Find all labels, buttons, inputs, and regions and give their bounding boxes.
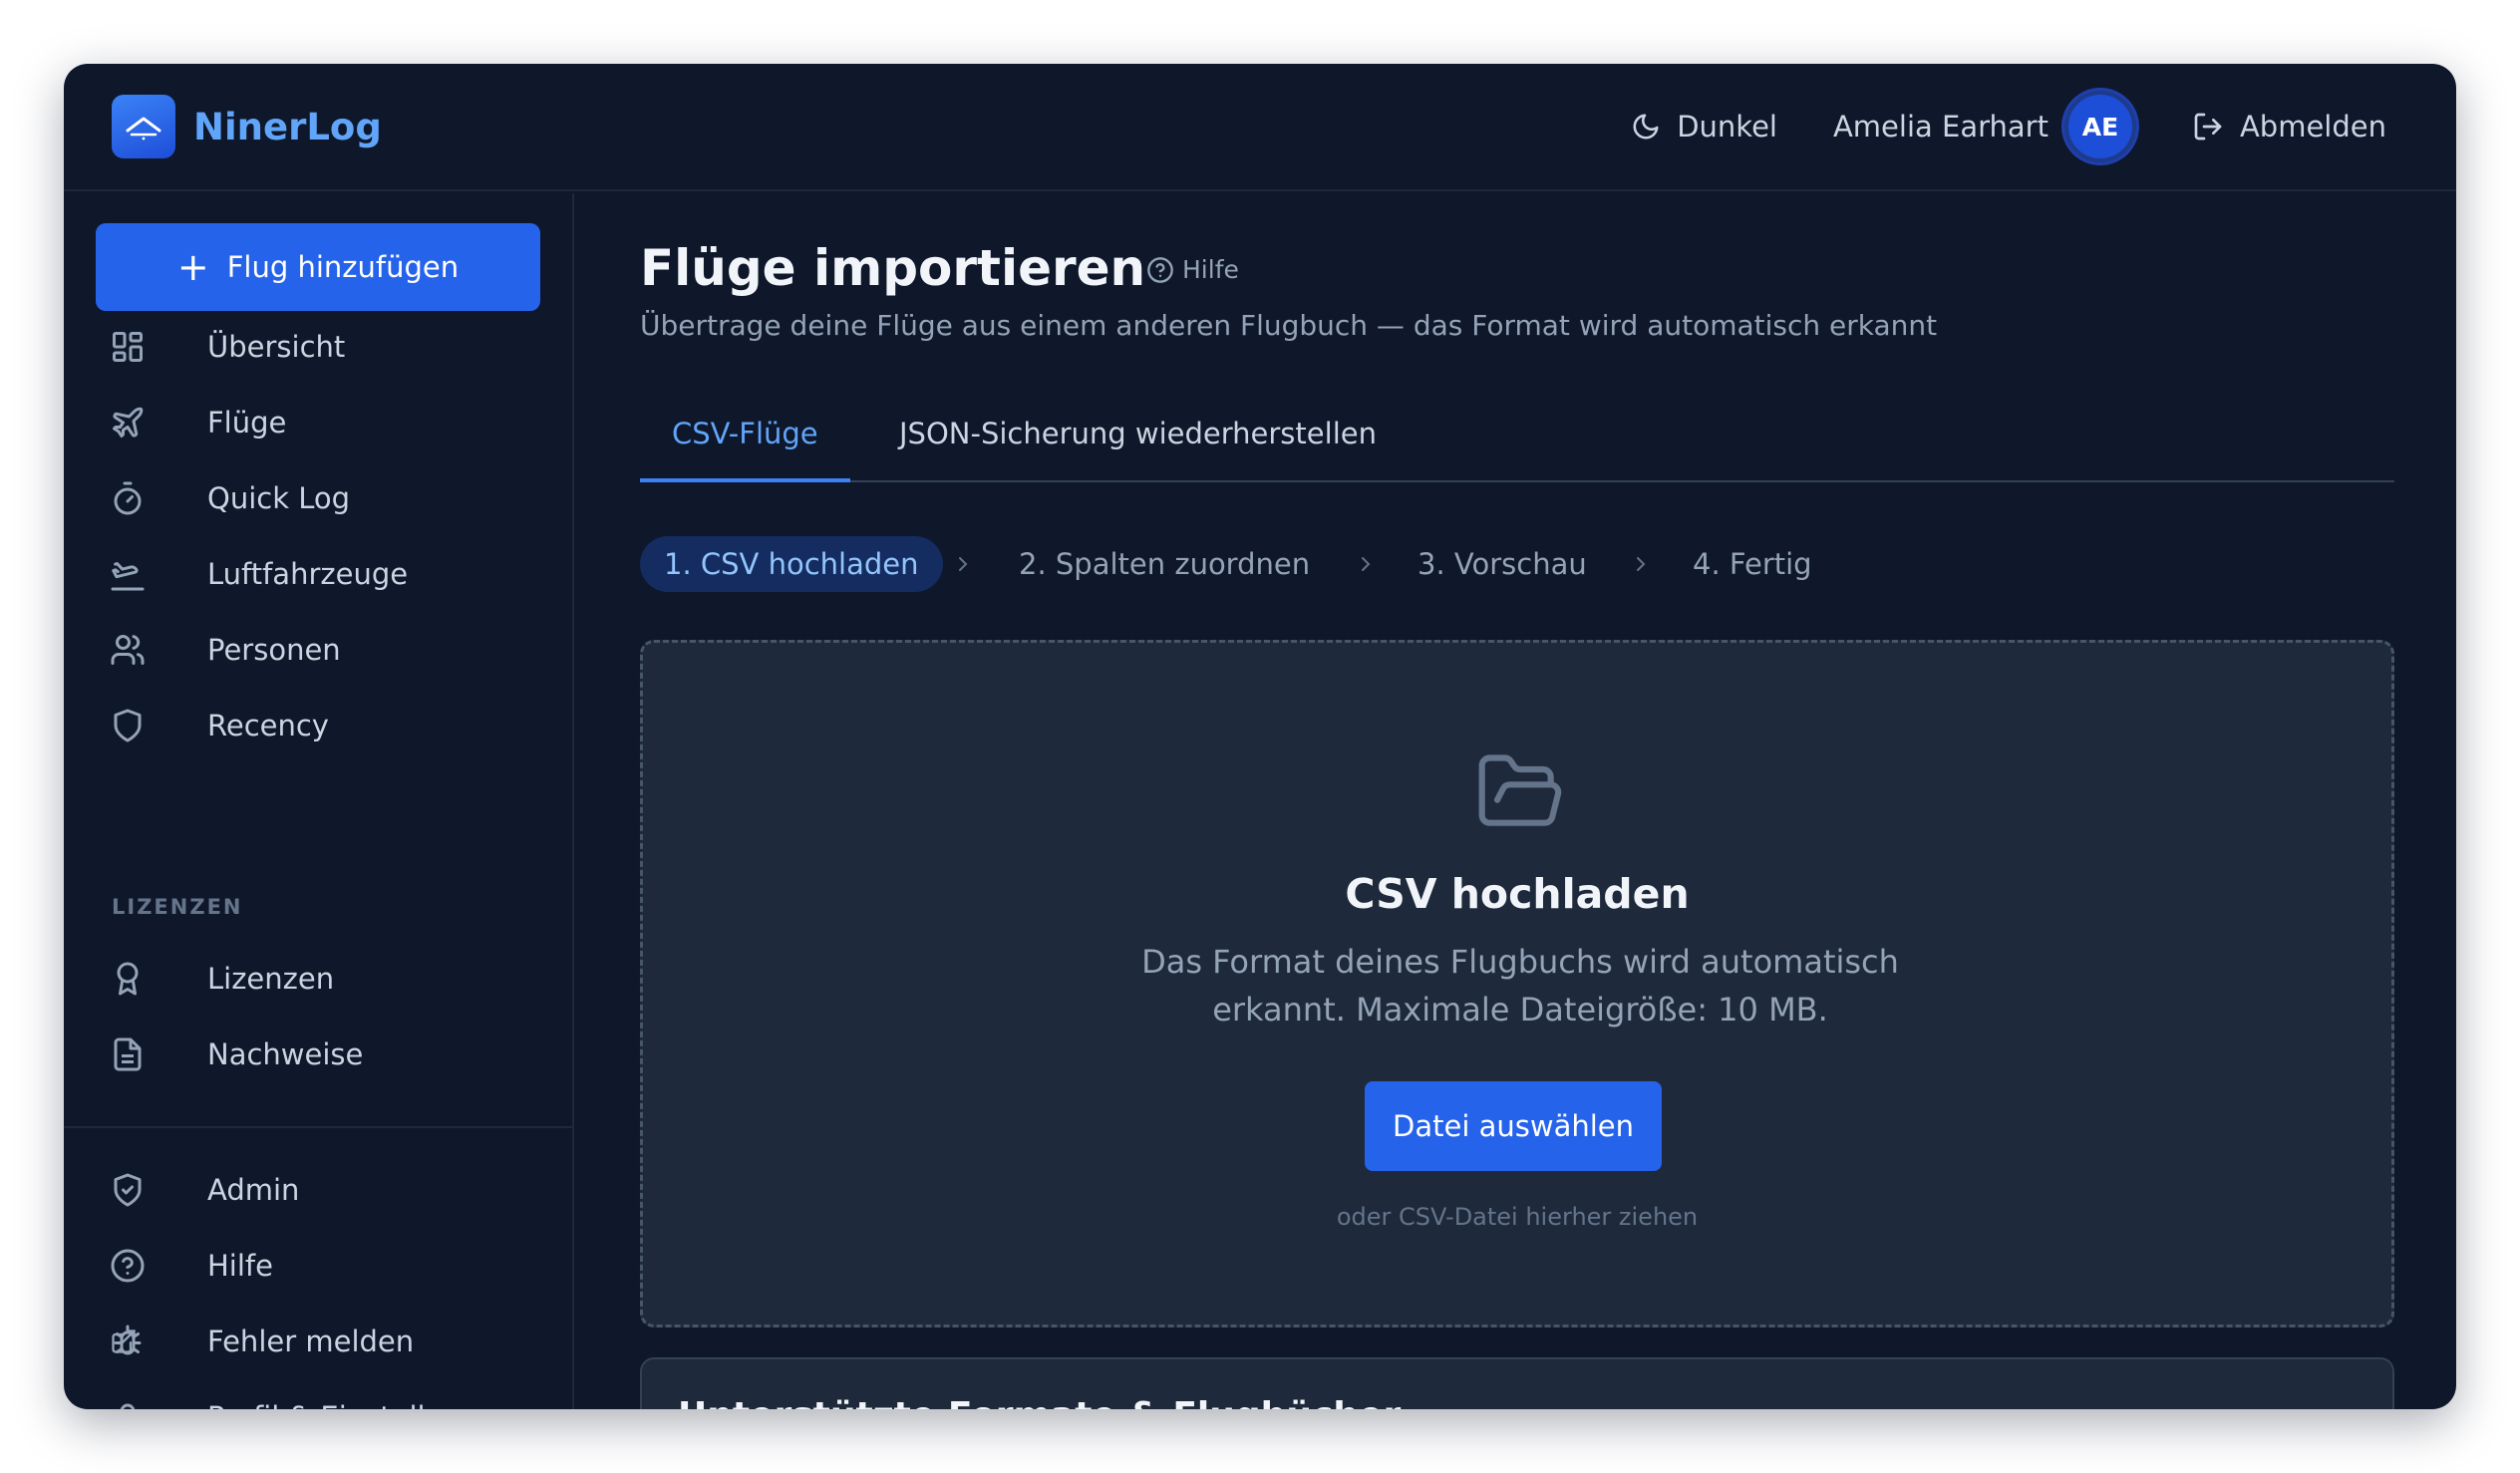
sidebar-item-lizenzen[interactable]: Lizenzen bbox=[96, 947, 540, 1011]
help-label: Hilfe bbox=[1182, 255, 1239, 284]
section-title-lizenzen: LIZENZEN bbox=[112, 895, 243, 919]
chevron-right-icon bbox=[959, 557, 968, 571]
dropzone-title: CSV hochladen bbox=[1345, 870, 1690, 918]
sidebar-item-label: Profil & Einstellungen bbox=[207, 1400, 516, 1409]
tab-label: JSON-Sicherung wiederherstellen bbox=[899, 417, 1377, 450]
sidebar-item-label: Übersicht bbox=[207, 330, 346, 364]
step-fertig: 4. Fertig bbox=[1693, 536, 1812, 592]
sidebar-item-hilfe[interactable]: Hilfe bbox=[96, 1234, 540, 1298]
sidebar-item-personen[interactable]: Personen bbox=[96, 618, 540, 682]
logout-icon bbox=[2194, 113, 2222, 141]
app-name: NinerLog bbox=[193, 105, 382, 148]
folder-open-icon bbox=[1478, 754, 1562, 826]
step-label: 3. Vorschau bbox=[1418, 547, 1587, 581]
sidebar-item-profil[interactable]: Profil & Einstellungen bbox=[96, 1385, 540, 1409]
supported-formats-card: Unterstützte Formate & Flugbücher bbox=[640, 1357, 2394, 1409]
help-circle-icon bbox=[111, 1249, 145, 1283]
chevron-right-icon bbox=[1362, 557, 1371, 571]
tab-json-sicherung[interactable]: JSON-Sicherung wiederherstellen bbox=[899, 409, 1377, 482]
csv-dropzone[interactable]: CSV hochladen Das Format deines Flugbuch… bbox=[640, 640, 2394, 1327]
sidebar-item-label: Luftfahrzeuge bbox=[207, 557, 409, 591]
sidebar-item-uebersicht[interactable]: Übersicht bbox=[96, 315, 540, 379]
sidebar-item-fluege[interactable]: Flüge bbox=[96, 391, 540, 454]
sidebar-item-label: Personen bbox=[207, 633, 341, 667]
add-flight-button[interactable]: + Flug hinzufügen bbox=[96, 223, 540, 311]
brand[interactable]: NinerLog bbox=[112, 95, 382, 158]
theme-label: Dunkel bbox=[1677, 110, 1777, 144]
plus-icon: + bbox=[176, 245, 209, 289]
choose-file-label: Datei auswählen bbox=[1393, 1109, 1634, 1143]
import-tabs: CSV-Flüge JSON-Sicherung wiederherstelle… bbox=[640, 409, 2394, 482]
card-title: Unterstützte Formate & Flugbücher bbox=[678, 1395, 1401, 1409]
dropzone-hint: oder CSV-Datei hierher ziehen bbox=[1336, 1203, 1699, 1231]
sidebar-item-fehler-melden[interactable]: Fehler melden bbox=[96, 1310, 540, 1373]
dropzone-description: Das Format deines Flugbuchs wird automat… bbox=[1141, 943, 1899, 1029]
document-icon bbox=[114, 1037, 142, 1071]
moon-icon bbox=[1633, 114, 1659, 140]
sidebar-item-label: Fehler melden bbox=[207, 1325, 415, 1358]
top-bar: NinerLog Dunkel Amelia Earhart AE Abmeld… bbox=[64, 64, 2456, 191]
sidebar-item-label: Lizenzen bbox=[207, 962, 335, 996]
avatar[interactable]: AE bbox=[2063, 91, 2136, 162]
award-icon bbox=[117, 962, 139, 996]
logout-label: Abmelden bbox=[2239, 110, 2386, 144]
step-vorschau: 3. Vorschau bbox=[1418, 536, 1587, 592]
main-content: Flüge importieren Hilfe Übertrage deine … bbox=[640, 193, 2394, 1409]
external-link-icon bbox=[112, 1329, 136, 1353]
dashboard-icon bbox=[113, 332, 143, 362]
shield-check-icon bbox=[114, 1173, 142, 1207]
plane-icon bbox=[113, 407, 144, 438]
sidebar-item-label: Quick Log bbox=[207, 481, 351, 515]
step-label: 2. Spalten zuordnen bbox=[1019, 547, 1311, 581]
app-logo-icon bbox=[112, 95, 175, 158]
step-csv-hochladen: 1. CSV hochladen bbox=[640, 536, 943, 592]
help-link[interactable]: Hilfe bbox=[1146, 255, 1239, 284]
sidebar-item-label: Flüge bbox=[207, 406, 287, 440]
logout-button[interactable]: Abmelden bbox=[2192, 110, 2386, 144]
sidebar-item-label: Hilfe bbox=[207, 1249, 273, 1283]
step-label: 4. Fertig bbox=[1693, 547, 1812, 581]
sidebar-item-label: Recency bbox=[207, 709, 329, 742]
sidebar-item-label: Nachweise bbox=[207, 1037, 364, 1071]
page-subtitle: Übertrage deine Flüge aus einem anderen … bbox=[640, 309, 1938, 342]
sidebar-item-label: Admin bbox=[207, 1173, 300, 1207]
chevron-right-icon bbox=[1637, 557, 1646, 571]
sidebar: + Flug hinzufügen Übersicht Flüge Quick … bbox=[64, 193, 574, 1409]
sidebar-item-admin[interactable]: Admin bbox=[96, 1158, 540, 1222]
topbar-actions: Dunkel Amelia Earhart AE Abmelden bbox=[1631, 91, 2386, 162]
app-window: NinerLog Dunkel Amelia Earhart AE Abmeld… bbox=[64, 64, 2456, 1409]
plane-landing-icon bbox=[111, 562, 145, 591]
stepper: 1. CSV hochladen 2. Spalten zuordnen 3. … bbox=[640, 536, 2394, 592]
tab-csv-fluege[interactable]: CSV-Flüge bbox=[640, 409, 850, 482]
sidebar-item-recency[interactable]: Recency bbox=[96, 694, 540, 757]
choose-file-button[interactable]: Datei auswählen bbox=[1365, 1081, 1662, 1171]
users-icon bbox=[111, 635, 145, 665]
sidebar-item-quick-log[interactable]: Quick Log bbox=[96, 466, 540, 530]
page-title: Flüge importieren bbox=[640, 239, 1146, 297]
tab-label: CSV-Flüge bbox=[672, 417, 818, 450]
step-spalten-zuordnen: 2. Spalten zuordnen bbox=[1019, 536, 1310, 592]
shield-icon bbox=[114, 709, 142, 742]
stopwatch-icon bbox=[114, 481, 142, 515]
user-icon bbox=[120, 1403, 136, 1409]
sidebar-item-nachweise[interactable]: Nachweise bbox=[96, 1023, 540, 1086]
theme-toggle[interactable]: Dunkel bbox=[1631, 110, 1777, 144]
sidebar-item-luftfahrzeuge[interactable]: Luftfahrzeuge bbox=[96, 542, 540, 606]
user-name: Amelia Earhart bbox=[1832, 110, 2048, 144]
step-label: 1. CSV hochladen bbox=[664, 547, 919, 581]
sidebar-divider bbox=[64, 1126, 572, 1128]
add-flight-label: Flug hinzufügen bbox=[226, 250, 460, 284]
help-circle-icon bbox=[1147, 256, 1173, 283]
